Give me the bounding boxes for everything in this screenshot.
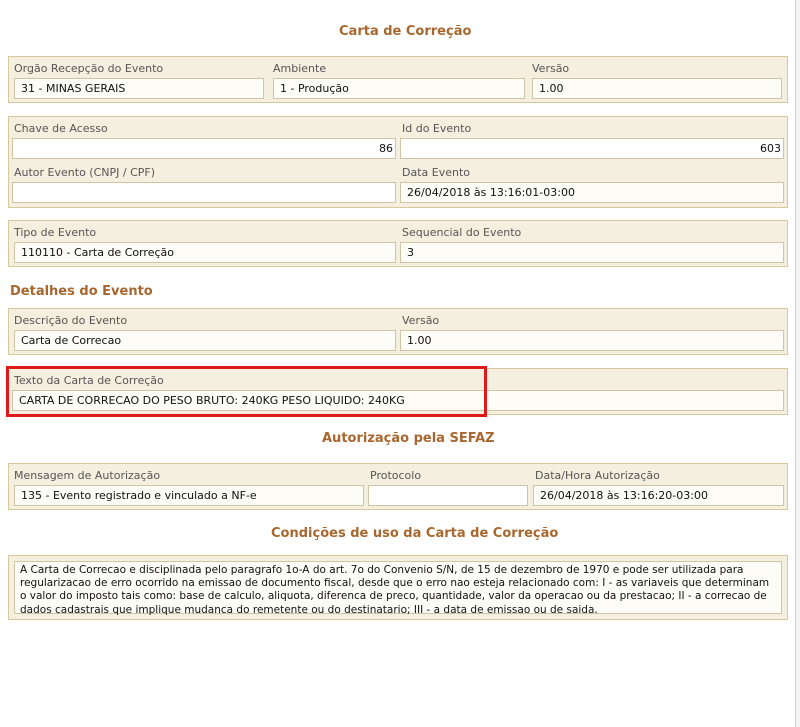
- label-sequencial-evento: Sequencial do Evento: [402, 226, 522, 239]
- window-edge: [796, 0, 800, 727]
- label-id-evento: Id do Evento: [402, 122, 472, 135]
- title-detalhes-evento: Detalhes do Evento: [10, 284, 153, 299]
- label-ambiente: Ambiente: [273, 62, 327, 75]
- label-protocolo: Protocolo: [370, 469, 422, 482]
- field-versao-detalhes: 1.00: [400, 330, 784, 351]
- label-tipo-evento: Tipo de Evento: [14, 226, 97, 239]
- field-id-evento: 603: [400, 138, 784, 159]
- red-highlight-frame: [6, 366, 487, 417]
- title-condicoes-uso: Condições de uso da Carta de Correção: [271, 526, 559, 541]
- label-versao: Versão: [532, 62, 570, 75]
- field-versao: 1.00: [532, 78, 782, 99]
- field-mensagem-autorizacao: 135 - Evento registrado e vinculado a NF…: [14, 485, 364, 506]
- title-carta-correcao: Carta de Correção: [339, 24, 472, 39]
- label-autor-evento: Autor Evento (CNPJ / CPF): [14, 166, 156, 179]
- field-autor-evento: [12, 182, 396, 203]
- field-sequencial-evento: 3: [400, 242, 784, 263]
- document-page: Carta de Correção Orgão Recepção do Even…: [0, 0, 796, 727]
- title-autorizacao-sefaz: Autorização pela SEFAZ: [322, 431, 495, 446]
- field-descricao-evento: Carta de Correcao: [14, 330, 396, 351]
- label-orgao: Orgão Recepção do Evento: [14, 62, 164, 75]
- field-ambiente: 1 - Produção: [273, 78, 525, 99]
- field-data-hora-autorizacao: 26/04/2018 às 13:16:20-03:00: [533, 485, 784, 506]
- field-chave-acesso: 86: [12, 138, 396, 159]
- label-versao-detalhes: Versão: [402, 314, 440, 327]
- field-orgao: 31 - MINAS GERAIS: [14, 78, 264, 99]
- condicoes-uso-text: A Carta de Correcao e disciplinada pelo …: [14, 561, 782, 616]
- field-data-evento: 26/04/2018 às 13:16:01-03:00: [400, 182, 784, 203]
- label-mensagem-autorizacao: Mensagem de Autorização: [14, 469, 161, 482]
- field-tipo-evento: 110110 - Carta de Correção: [14, 242, 396, 263]
- field-protocolo: [368, 485, 528, 506]
- label-data-evento: Data Evento: [402, 166, 471, 179]
- label-data-hora-autorizacao: Data/Hora Autorização: [535, 469, 660, 482]
- label-chave-acesso: Chave de Acesso: [14, 122, 108, 135]
- label-descricao-evento: Descrição do Evento: [14, 314, 128, 327]
